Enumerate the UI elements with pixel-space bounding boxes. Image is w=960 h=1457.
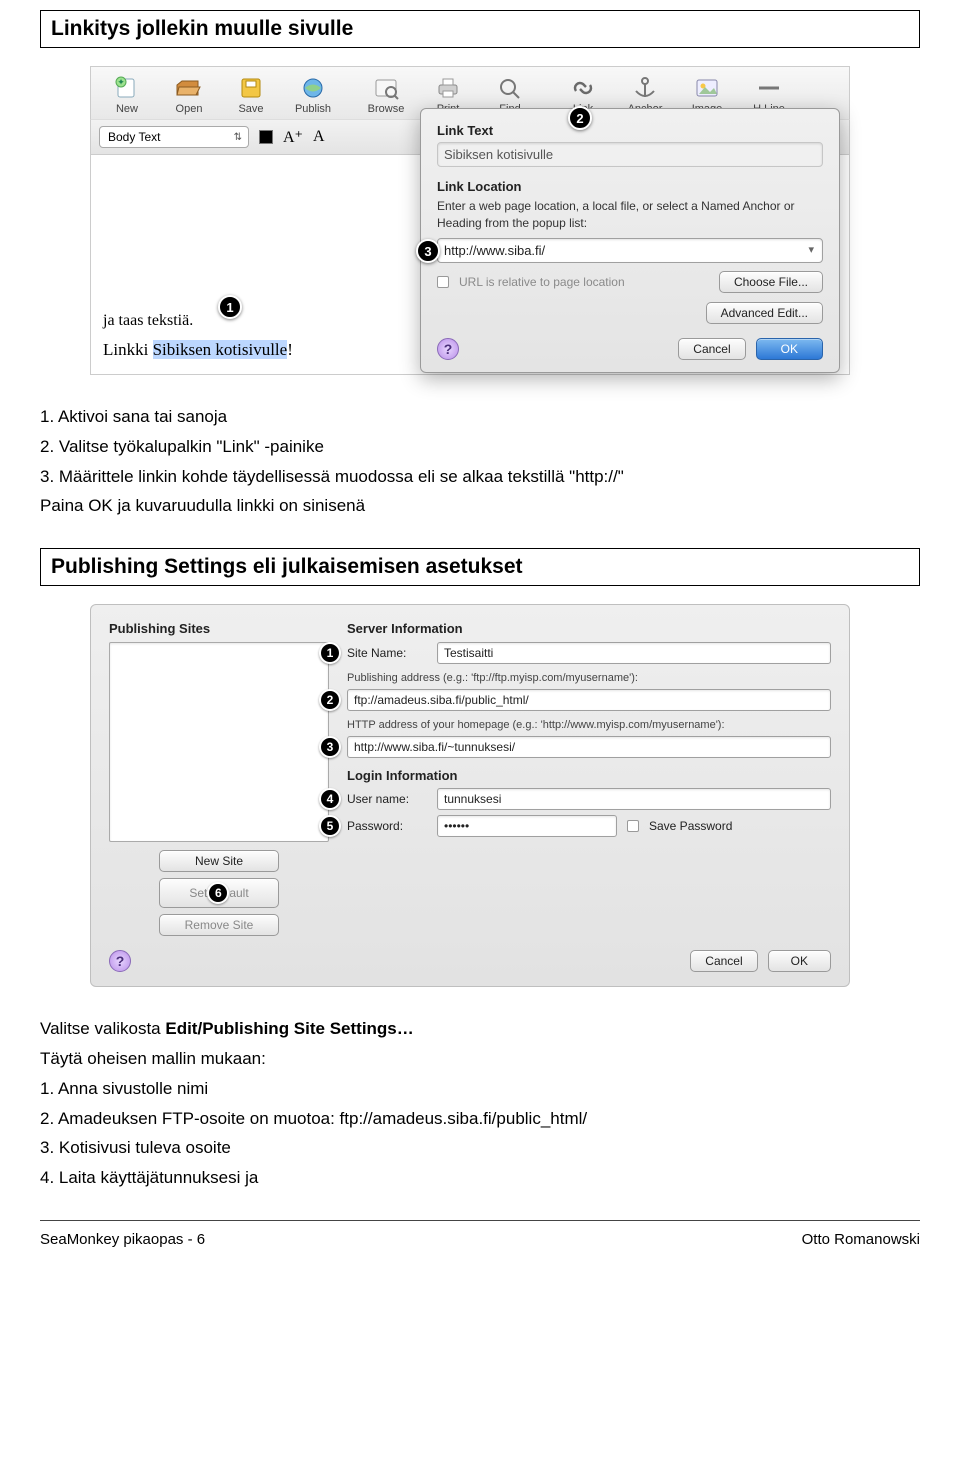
callout-badge-2b: 2 (319, 689, 341, 711)
link-icon (566, 73, 600, 103)
browse-icon (369, 73, 403, 103)
instr2-4: 4. Laita käyttäjätunnuksesi ja (40, 1166, 920, 1190)
editor-text-line2-pre: Linkki (103, 340, 153, 359)
instructions-block-2: Valitse valikosta Edit/Publishing Site S… (40, 1017, 920, 1190)
btn-publish[interactable]: Publish (283, 71, 343, 117)
password-input[interactable]: •••••• (437, 815, 617, 837)
footer-right: Otto Romanowski (802, 1231, 920, 1248)
login-info-title: Login Information (347, 768, 831, 783)
footer-left: SeaMonkey pikaopas - 6 (40, 1231, 205, 1248)
text-color-picker[interactable] (259, 130, 273, 144)
remove-site-button[interactable]: Remove Site (159, 914, 279, 936)
callout-badge-1b: 1 (319, 642, 341, 664)
screenshot-publishing-settings: Publishing Sites New Site Set 6ault Remo… (90, 604, 850, 987)
publish-icon (296, 73, 330, 103)
section-title-2: Publishing Settings eli julkaisemisen as… (40, 548, 920, 586)
link-url-input[interactable]: http://www.siba.fi/ (437, 238, 823, 263)
sites-listbox[interactable] (109, 642, 329, 842)
server-info-title: Server Information (347, 621, 831, 636)
btn-save[interactable]: Save (221, 71, 281, 117)
instructions-block-1: 1. Aktivoi sana tai sanoja 2. Valitse ty… (40, 405, 920, 518)
new-icon: ✦ (110, 73, 144, 103)
publishing-sites-title: Publishing Sites (109, 621, 329, 636)
pub-addr-input[interactable]: ftp://amadeus.siba.fi/public_html/ (347, 689, 831, 711)
editor-text-line1: ja taas tekstiä. (103, 312, 193, 329)
pub-addr-hint: Publishing address (e.g.: 'ftp://ftp.myi… (347, 672, 831, 684)
editor-selection: Sibiksen kotisivulle (153, 340, 288, 359)
instr1-2: 2. Valitse työkalupalkin "Link" -painike (40, 435, 920, 459)
screenshot-editor-link-dialog: ✦ New Open Save Publish Browse Print Fin… (90, 66, 850, 375)
instr1-3: 3. Määrittele linkin kohde täydellisessä… (40, 465, 920, 489)
cancel-button[interactable]: Cancel (678, 338, 745, 360)
password-label: Password: (347, 819, 427, 833)
instr2-1: 1. Anna sivustolle nimi (40, 1077, 920, 1101)
svg-text:✦: ✦ (117, 77, 125, 87)
user-name-input[interactable]: tunnuksesi (437, 788, 831, 810)
link-location-label: Link Location (437, 179, 823, 194)
ok-button[interactable]: OK (756, 338, 823, 360)
url-relative-checkbox[interactable] (437, 276, 449, 288)
hline-icon (752, 73, 786, 103)
editor-text-line2-post: ! (287, 340, 293, 359)
instr2-sub: Täytä oheisen mallin mukaan: (40, 1047, 920, 1071)
link-location-help: Enter a web page location, a local file,… (437, 198, 823, 232)
section-title-1: Linkitys jollekin muulle sivulle (40, 10, 920, 48)
help-icon-2[interactable]: ? (109, 950, 131, 972)
btn-open[interactable]: Open (159, 71, 219, 117)
server-info-panel: Server Information 1 Site Name: Testisai… (347, 621, 831, 936)
btn-new[interactable]: ✦ New (97, 71, 157, 117)
anchor-icon (628, 73, 662, 103)
ok-button-2[interactable]: OK (768, 950, 831, 972)
instr1-1: 1. Aktivoi sana tai sanoja (40, 405, 920, 429)
http-addr-hint: HTTP address of your homepage (e.g.: 'ht… (347, 719, 831, 731)
url-relative-label: URL is relative to page location (459, 275, 625, 289)
advanced-edit-button[interactable]: Advanced Edit... (706, 302, 823, 324)
instr2-lead: Valitse valikosta Edit/Publishing Site S… (40, 1017, 920, 1041)
callout-badge-2: 2 (568, 106, 592, 130)
paragraph-format-dropdown[interactable]: Body Text (99, 126, 249, 148)
callout-badge-3: 3 (416, 239, 440, 263)
cancel-button-2[interactable]: Cancel (690, 950, 757, 972)
font-increase-button[interactable]: A⁺ (283, 127, 303, 147)
open-icon (172, 73, 206, 103)
callout-badge-5: 5 (319, 815, 341, 837)
link-properties-dialog: Link Text Sibiksen kotisivulle Link Loca… (420, 108, 840, 373)
instr2-2: 2. Amadeuksen FTP-osoite on muotoa: ftp:… (40, 1107, 920, 1131)
link-text-display: Sibiksen kotisivulle (437, 142, 823, 167)
instr2-3: 3. Kotisivusi tuleva osoite (40, 1136, 920, 1160)
instr1-4: Paina OK ja kuvaruudulla linkki on sinis… (40, 494, 920, 518)
save-icon (234, 73, 268, 103)
site-name-label: Site Name: (347, 646, 427, 660)
save-password-label: Save Password (649, 819, 732, 833)
callout-badge-4: 4 (319, 788, 341, 810)
font-decrease-button[interactable]: A (313, 128, 325, 146)
http-addr-input[interactable]: http://www.siba.fi/~tunnuksesi/ (347, 736, 831, 758)
site-name-input[interactable]: Testisaitti (437, 642, 831, 664)
callout-badge-6: 6 (207, 882, 229, 904)
callout-badge-1: 1 (218, 295, 242, 319)
choose-file-button[interactable]: Choose File... (719, 271, 823, 293)
page-footer: SeaMonkey pikaopas - 6 Otto Romanowski (40, 1220, 920, 1248)
save-password-checkbox[interactable] (627, 820, 639, 832)
find-icon (493, 73, 527, 103)
link-text-label: Link Text (437, 123, 823, 138)
image-icon (690, 73, 724, 103)
print-icon (431, 73, 465, 103)
callout-badge-3b: 3 (319, 736, 341, 758)
user-name-label: User name: (347, 792, 427, 806)
publishing-sites-panel: Publishing Sites New Site Set 6ault Remo… (109, 621, 329, 936)
new-site-button[interactable]: New Site (159, 850, 279, 872)
btn-browse[interactable]: Browse (356, 71, 416, 117)
set-default-button[interactable]: Set 6ault (159, 878, 279, 908)
help-icon[interactable]: ? (437, 338, 459, 360)
